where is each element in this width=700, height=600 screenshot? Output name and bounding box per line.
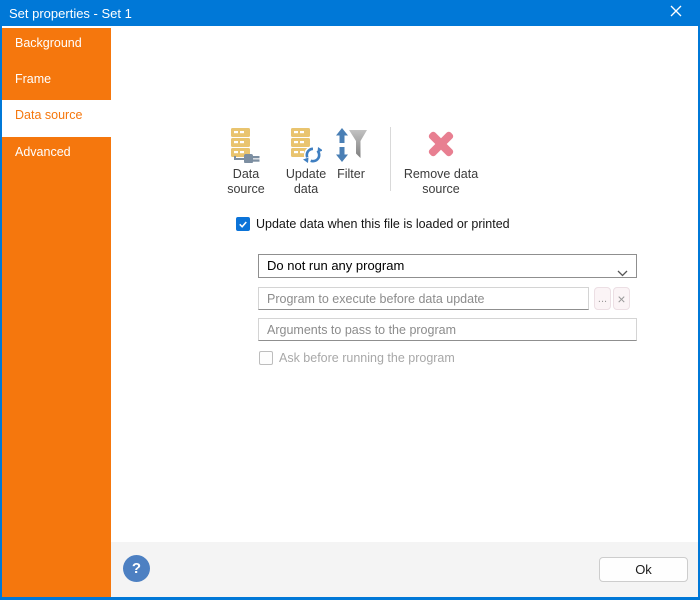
title-bar[interactable]: Set properties - Set 1	[0, 0, 700, 26]
close-icon	[670, 4, 682, 22]
ok-button[interactable]: Ok	[599, 557, 688, 582]
remove-data-source-button[interactable]: Remove data source	[398, 127, 484, 197]
remove-cross-icon	[424, 127, 458, 163]
help-button[interactable]: ?	[123, 555, 150, 582]
chevron-down-icon	[617, 264, 628, 282]
database-refresh-icon	[290, 127, 322, 163]
set-properties-dialog: Set properties - Set 1 Background Frame …	[0, 0, 700, 600]
update-data-button-label: Update data	[279, 167, 333, 197]
checkbox-checked-icon	[236, 217, 250, 231]
sidebar-tab-data-source[interactable]: Data source	[2, 100, 111, 137]
ok-button-label: Ok	[635, 562, 652, 577]
arguments-input[interactable]	[258, 318, 637, 341]
checkbox-unchecked-icon	[259, 351, 273, 365]
footer-bar: ? Ok	[111, 542, 698, 597]
ellipsis-icon: ...	[598, 293, 607, 305]
window-title: Set properties - Set 1	[9, 6, 132, 21]
sidebar-tab-advanced[interactable]: Advanced	[2, 137, 111, 173]
ask-before-running-checkbox-label: Ask before running the program	[279, 351, 455, 365]
close-button[interactable]	[658, 0, 694, 26]
question-mark-icon: ?	[132, 560, 141, 577]
update-data-button[interactable]: Update data	[279, 127, 333, 197]
clear-program-button[interactable]: ×	[613, 287, 630, 310]
browse-button[interactable]: ...	[594, 287, 611, 310]
database-plug-icon	[230, 127, 262, 163]
data-source-button-label: Data source	[219, 167, 273, 197]
sidebar: Background Frame Data source Advanced	[2, 28, 111, 597]
data-source-button[interactable]: Data source	[219, 127, 273, 197]
sidebar-tab-background[interactable]: Background	[2, 28, 111, 64]
toolbar-separator	[390, 127, 391, 191]
ask-before-running-checkbox: Ask before running the program	[259, 351, 455, 365]
update-data-checkbox-label: Update data when this file is loaded or …	[256, 217, 510, 231]
clear-x-icon: ×	[617, 291, 625, 307]
update-data-checkbox[interactable]: Update data when this file is loaded or …	[236, 217, 510, 231]
run-program-select-value: Do not run any program	[259, 255, 636, 277]
sidebar-tab-frame[interactable]: Frame	[2, 64, 111, 100]
run-program-select[interactable]: Do not run any program	[258, 254, 637, 278]
filter-funnel-icon	[335, 127, 367, 163]
filter-button[interactable]: Filter	[330, 127, 372, 182]
filter-button-label: Filter	[337, 167, 365, 182]
program-path-input[interactable]	[258, 287, 589, 310]
remove-data-source-button-label: Remove data source	[398, 167, 484, 197]
